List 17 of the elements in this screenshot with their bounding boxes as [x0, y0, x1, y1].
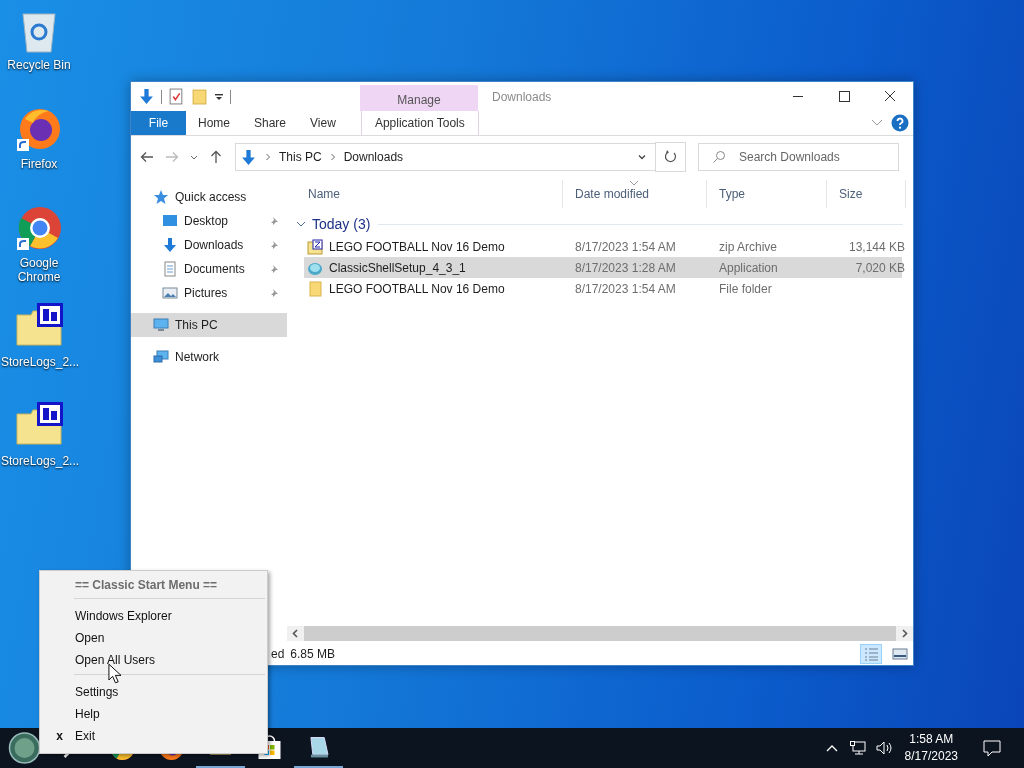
date-cell-text: 8/17/2023 1:28 AM [574, 260, 677, 275]
contextual-tab-header: Manage [360, 85, 478, 111]
type-cell-text: zip Archive [718, 239, 779, 254]
size-cell: 7,020 KB [855, 260, 905, 275]
file-name: ClassicShellSetup_4_3_1 [329, 260, 466, 275]
type-cell-text: Application [718, 260, 779, 275]
type-cell-text: File folder [718, 281, 773, 296]
status-text: ed [271, 647, 285, 661]
menu-title: == Classic Start Menu == [74, 577, 219, 594]
window-title: Downloads [492, 90, 552, 104]
file-name: LEGO FOOTBALL Nov 16 Demo [329, 281, 505, 296]
menu-item-mark: x [56, 729, 63, 743]
size-cell: 13,144 KB [848, 239, 905, 254]
date-cell-text: 8/17/2023 1:54 AM [574, 239, 677, 254]
status-text: 6.85 MB [290, 647, 336, 661]
date-cell-text: 8/17/2023 1:54 AM [574, 281, 677, 296]
file-name: LEGO FOOTBALL Nov 16 Demo [329, 239, 505, 254]
